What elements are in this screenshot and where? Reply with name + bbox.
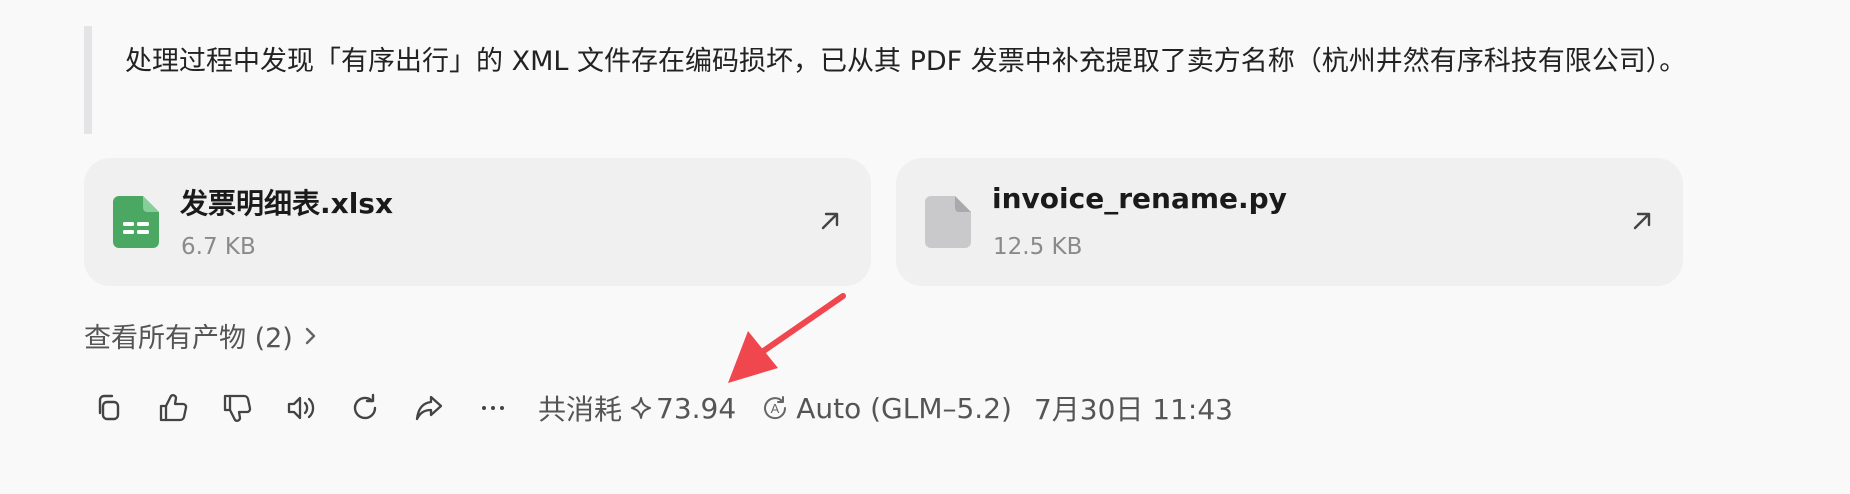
view-all-artifacts-link[interactable]: 查看所有产物 (2) bbox=[84, 316, 319, 355]
chat-message-panel: 处理过程中发现「有序出行」的 XML 文件存在编码损坏，已从其 PDF 发票中补… bbox=[0, 0, 1850, 494]
file-name: invoice_rename.py bbox=[992, 182, 1287, 215]
diamond-icon bbox=[631, 397, 652, 419]
model-selector[interactable]: A Auto (GLM–5.2) bbox=[760, 392, 1012, 425]
regenerate-icon[interactable] bbox=[346, 389, 384, 427]
blockquote-note: 处理过程中发现「有序出行」的 XML 文件存在编码损坏，已从其 PDF 发票中补… bbox=[84, 26, 1694, 134]
view-all-label: 查看所有产物 (2) bbox=[84, 323, 293, 354]
read-aloud-icon[interactable] bbox=[282, 389, 320, 427]
file-card-spreadsheet[interactable]: 发票明细表.xlsx 6.7 KB bbox=[84, 158, 871, 286]
copy-icon[interactable] bbox=[90, 389, 128, 427]
token-cost: 共消耗 73.94 bbox=[538, 388, 736, 428]
file-name: 发票明细表.xlsx bbox=[180, 187, 394, 220]
message-toolbar: 共消耗 73.94 A Auto (GLM–5.2) 7月30日 11:43 bbox=[90, 386, 1233, 430]
note-text: 处理过程中发现「有序出行」的 XML 文件存在编码损坏，已从其 PDF 发票中补… bbox=[125, 46, 1687, 77]
timestamp: 7月30日 11:43 bbox=[1033, 393, 1233, 426]
svg-text:A: A bbox=[771, 401, 780, 416]
cost-label: 共消耗 bbox=[538, 393, 623, 426]
file-size: 12.5 KB bbox=[993, 234, 1083, 260]
thumbs-up-icon[interactable] bbox=[154, 389, 192, 427]
spreadsheet-file-icon bbox=[113, 196, 159, 248]
chevron-right-icon bbox=[305, 327, 316, 344]
generic-file-icon bbox=[925, 196, 971, 248]
share-icon[interactable] bbox=[410, 389, 448, 427]
model-label: Auto (GLM–5.2) bbox=[796, 391, 1012, 425]
open-external-icon[interactable] bbox=[817, 208, 843, 234]
open-external-icon[interactable] bbox=[1629, 208, 1655, 234]
thumbs-down-icon[interactable] bbox=[218, 389, 256, 427]
cost-value: 73.94 bbox=[656, 391, 737, 425]
file-size: 6.7 KB bbox=[181, 234, 256, 260]
file-card-python[interactable]: invoice_rename.py 12.5 KB bbox=[896, 158, 1683, 286]
auto-model-icon: A bbox=[764, 396, 787, 420]
more-icon[interactable] bbox=[474, 389, 512, 427]
